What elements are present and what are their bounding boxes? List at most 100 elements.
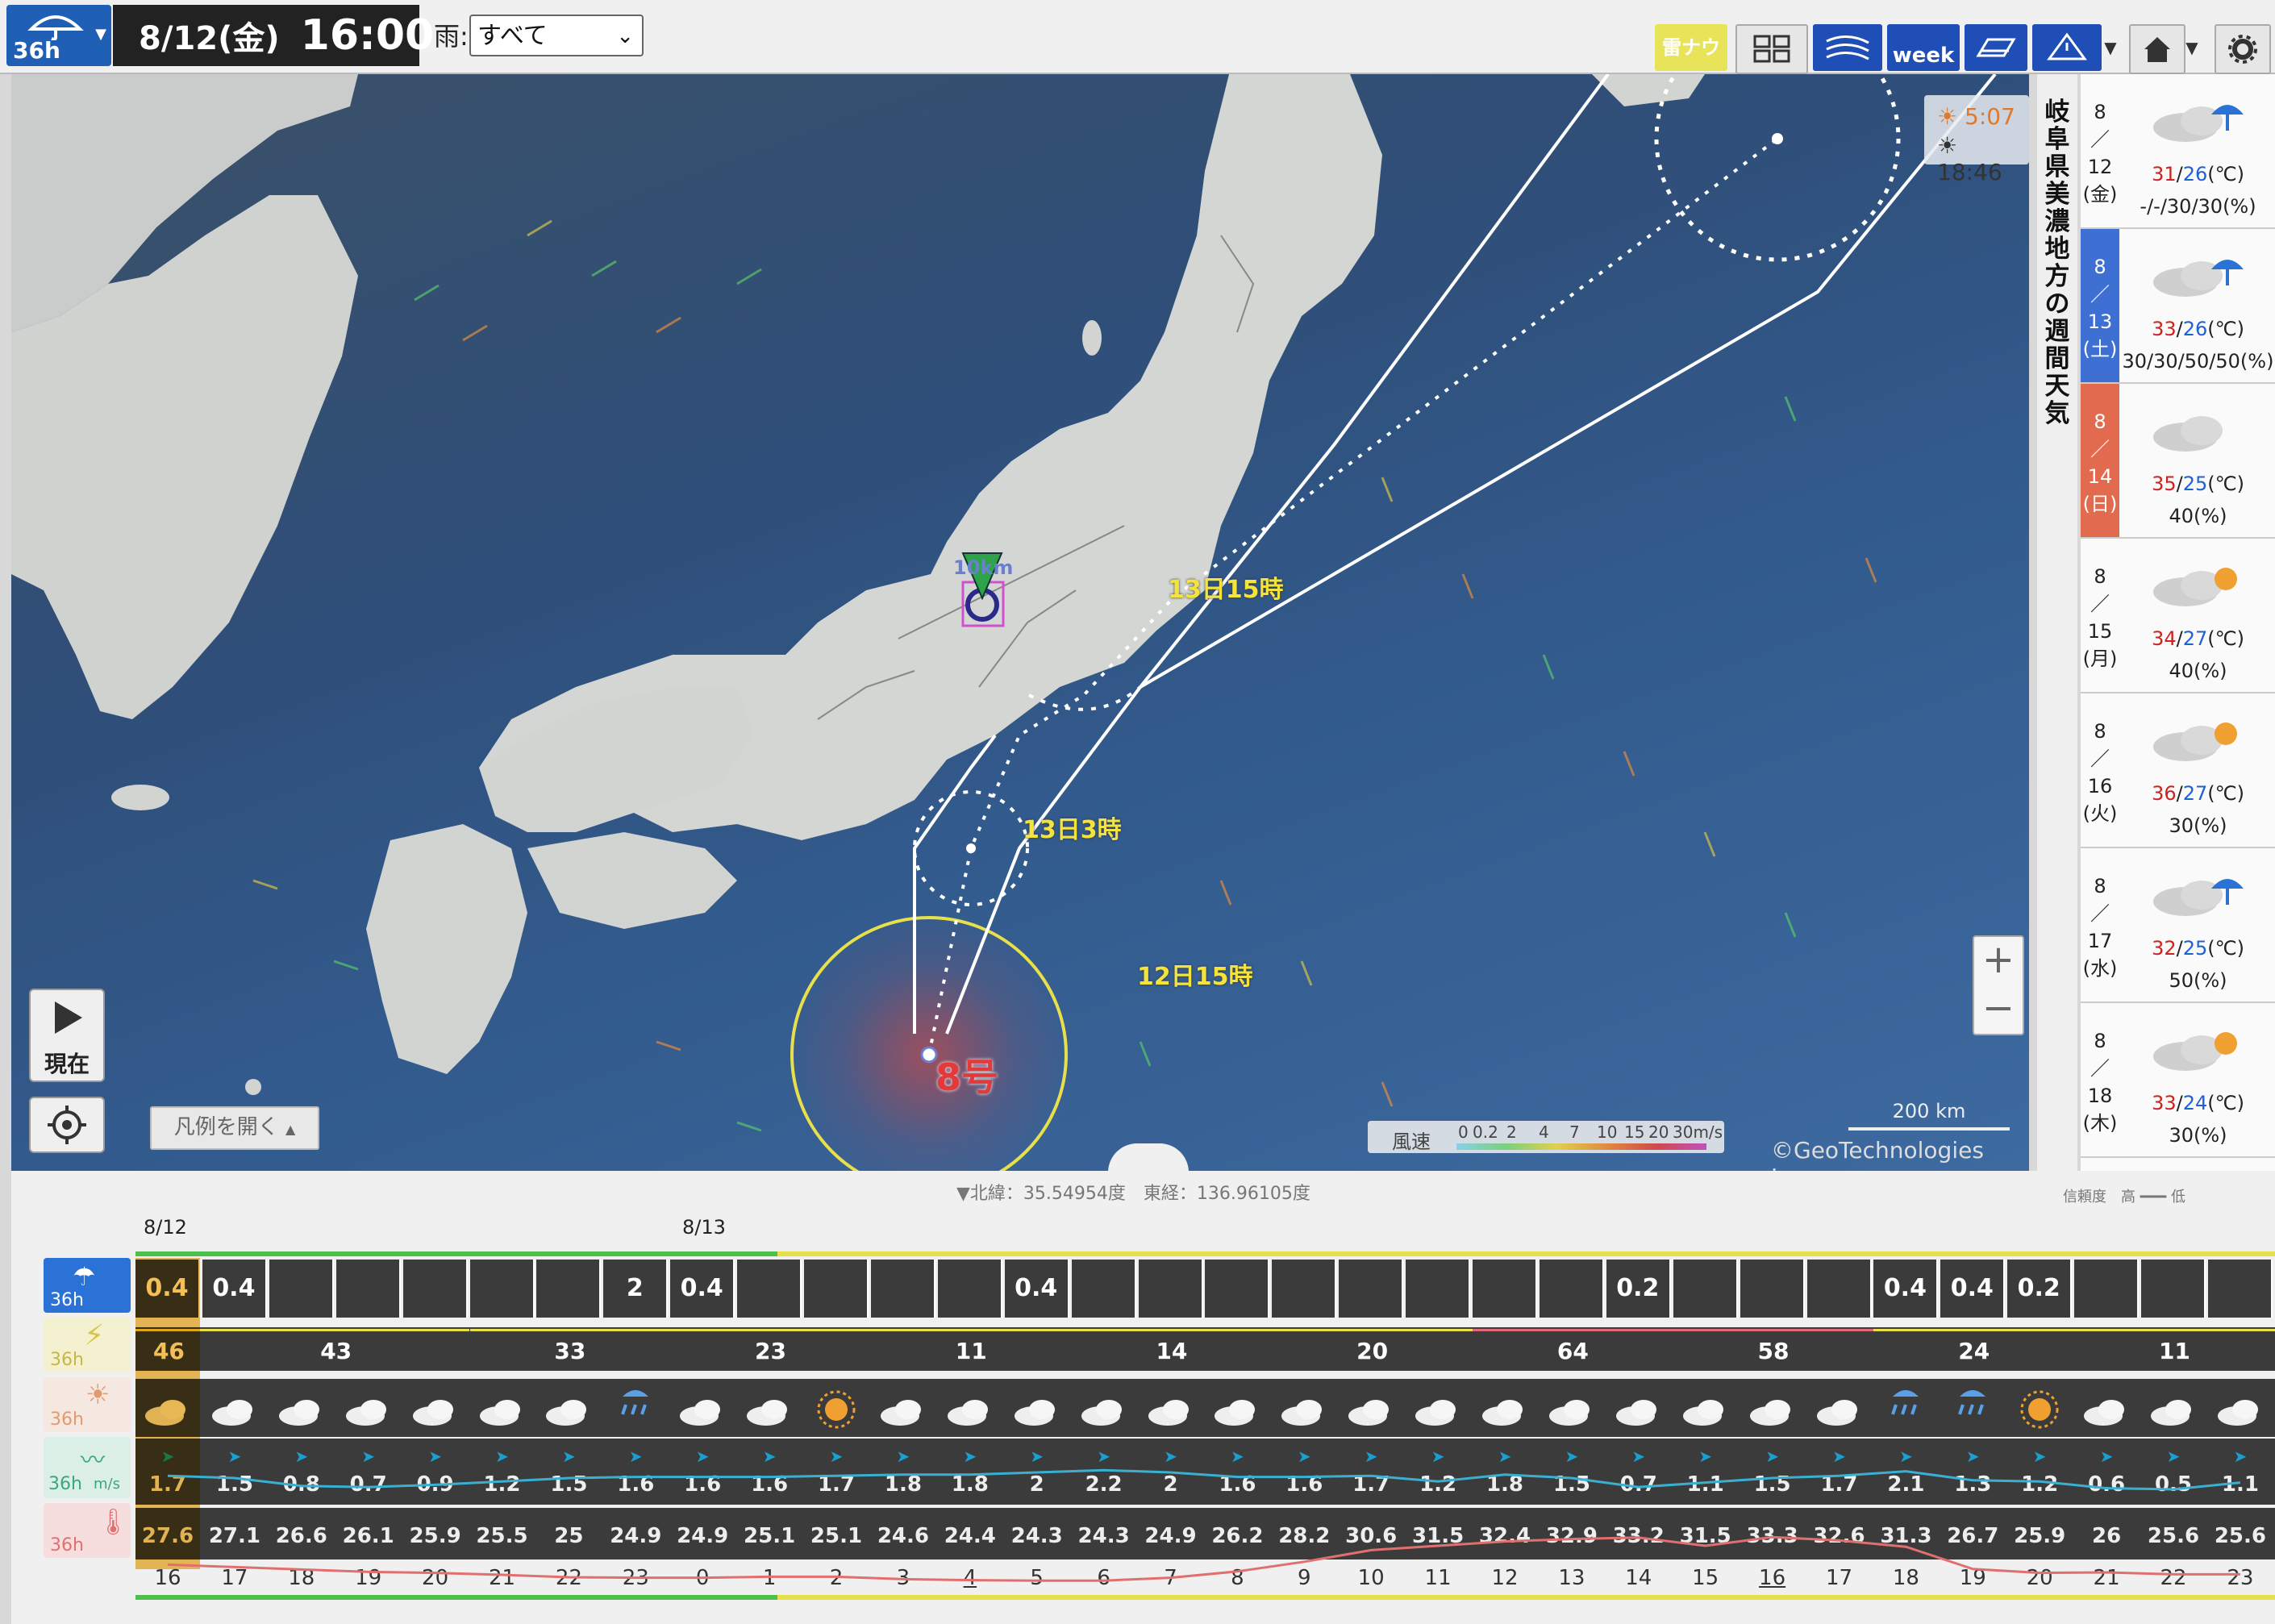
- hour-column[interactable]: ➤ 1.6 26.2 8: [1205, 1253, 1270, 1601]
- weather-cell: [2141, 1380, 2206, 1439]
- weekly-date: 8 ／ 13 (土): [2081, 229, 2119, 382]
- windsock-icon: 〰: [81, 1447, 105, 1475]
- hour-column[interactable]: 0.4 ➤ 1.6 24.9 0: [670, 1253, 735, 1601]
- weather-cell: [871, 1380, 935, 1439]
- rain-cell: [1806, 1260, 1872, 1318]
- hour-column[interactable]: 0.2 ➤ 1.2 25.9 20: [2007, 1253, 2073, 1601]
- hour-column[interactable]: 0.4 ➤ 1.3 26.7 19: [1940, 1253, 2006, 1601]
- weather-cell: [1606, 1380, 1671, 1439]
- warning-map-button[interactable]: [1965, 24, 2027, 71]
- wind-tick: 2: [1506, 1122, 1517, 1142]
- hour-column[interactable]: ➤ 1.6 25.1 1: [737, 1253, 802, 1601]
- hour-column[interactable]: 0.2 ➤ 0.7 33.2 14: [1606, 1253, 1671, 1601]
- row-icon-temperature[interactable]: 🌡 36h: [44, 1503, 131, 1558]
- hour-column[interactable]: ➤ 2.2 24.3 6: [1071, 1253, 1136, 1601]
- cloud-icon: [278, 1400, 319, 1426]
- weather-cell: [1940, 1380, 2005, 1439]
- hour-column[interactable]: ➤ 1.8 32.4 12: [1473, 1253, 1537, 1601]
- cloud-icon: [1548, 1400, 1590, 1426]
- hour-column[interactable]: ➤ 1.7 30.6 10: [1339, 1253, 1404, 1601]
- cloud-icon: [2151, 1400, 2191, 1426]
- wind-layer-button[interactable]: [1813, 24, 1882, 71]
- wind-direction-icon: ➤: [562, 1447, 576, 1466]
- rain-cell: 0.4: [1873, 1260, 1939, 1318]
- weekly-weekday-text: 金: [2090, 183, 2110, 206]
- hour-column[interactable]: ➤ 1.8 24.6 3: [870, 1253, 935, 1601]
- hour-column[interactable]: 0.4 ➤ 2.1 31.3 18: [1873, 1253, 1939, 1601]
- hour-column[interactable]: ➤ 0.5 25.6 22: [2141, 1253, 2206, 1601]
- weekly-slash: ／: [2090, 283, 2110, 306]
- weekly-day[interactable]: 8 ／ 12 (金) 31/26(℃) -/-/30/30(%): [2081, 74, 2275, 229]
- wind-speed-cell: 1.7: [817, 1472, 856, 1497]
- weekly-day[interactable]: 8 ／ 17 (水) 32/25(℃) 50(%): [2081, 848, 2275, 1003]
- temperature-cell: 25.6: [2214, 1524, 2266, 1548]
- layout-grid-button[interactable]: [1735, 24, 1808, 74]
- hour-label: 5: [1030, 1566, 1044, 1590]
- hour-column[interactable]: 2 ➤ 1.6 24.9 23: [603, 1253, 669, 1601]
- hour-column[interactable]: 0.4 ➤ 2 24.3 5: [1004, 1253, 1069, 1601]
- weekly-day[interactable]: 8 ／ 14 (日) 35/25(℃) 40(%): [2081, 384, 2275, 539]
- hour-column[interactable]: ➤ 1.5 25 22: [536, 1253, 602, 1601]
- weather-cell: [670, 1380, 735, 1439]
- hour-column[interactable]: ➤ 1.5 33.3 16: [1740, 1253, 1805, 1601]
- date-time-display[interactable]: 8/12(金) 16:00: [113, 5, 434, 66]
- hour-column[interactable]: ➤ 0.8 26.6 18: [269, 1253, 334, 1601]
- hour-column[interactable]: ➤ 1.2 25.5 21: [469, 1253, 535, 1601]
- weather-cell: [603, 1380, 668, 1439]
- weekly-info: 36/27(℃) 30(%): [2121, 693, 2275, 847]
- hour-column[interactable]: ➤ 1.5 32.9 13: [1539, 1253, 1604, 1601]
- settings-button[interactable]: [2215, 24, 2271, 74]
- hour-column[interactable]: ➤ 1.7 25.1 2: [804, 1253, 869, 1601]
- alert-dropdown-icon[interactable]: ▼: [2102, 24, 2119, 71]
- sunrise-time: ☀ 5:07: [1937, 103, 2015, 130]
- umbrella-icon: [27, 15, 84, 40]
- row-icon-weather[interactable]: ☀ 36h: [44, 1377, 131, 1432]
- hour-column[interactable]: 0.4 ➤ 1.5 27.1 17: [202, 1253, 267, 1601]
- hour-column[interactable]: ➤ 1.1 25.6 23: [2207, 1253, 2273, 1601]
- wind-speed-cell: 1.7: [1352, 1472, 1390, 1497]
- weekly-weekday: (金): [2082, 183, 2118, 206]
- week-button[interactable]: week: [1887, 24, 1960, 71]
- hour-column[interactable]: ➤ 1.1 31.5 15: [1673, 1253, 1738, 1601]
- weekly-title: 岐阜県美濃地方の週間天気: [2044, 98, 2070, 428]
- row-icon-thunder[interactable]: ⚡ 36h: [44, 1318, 131, 1372]
- wind-direction-icon: ➤: [495, 1447, 509, 1466]
- typhoon-number[interactable]: 8号: [935, 1048, 998, 1101]
- hourly-grid: 0.4 ➤ 1.7 27.6 160.4 ➤ 1.5 27.1 17 ➤ 0.8…: [135, 1253, 2275, 1601]
- wind-speed-cell: 0.7: [1619, 1472, 1657, 1497]
- row-icon-wind[interactable]: 〰 36h m/s: [44, 1437, 131, 1498]
- kaminari-now-button[interactable]: 雷ナウ: [1655, 24, 1727, 71]
- distance-scale: 200 km: [1840, 1100, 2018, 1132]
- play-button[interactable]: 現在: [29, 989, 105, 1082]
- hour-label: 10: [1357, 1566, 1385, 1590]
- wind-direction-icon: ➤: [896, 1447, 910, 1466]
- wind-speed-cell: 1.1: [1686, 1472, 1724, 1497]
- weekly-day[interactable]: 8 ／ 16 (火) 36/27(℃) 30(%): [2081, 693, 2275, 848]
- weekly-day[interactable]: 8 ／ 18 (木) 33/24(℃) 30(%): [2081, 1003, 2275, 1158]
- alert-layer-button[interactable]: [2032, 24, 2102, 71]
- hour-column[interactable]: ➤ 1.7 32.6 17: [1806, 1253, 1872, 1601]
- zoom-out-button[interactable]: −: [1974, 985, 2023, 1034]
- hour-column[interactable]: ➤ 0.9 25.9 20: [402, 1253, 468, 1601]
- home-button[interactable]: [2129, 24, 2185, 74]
- hour-column[interactable]: ➤ 1.6 28.2 9: [1272, 1253, 1337, 1601]
- home-dropdown-icon[interactable]: ▼: [2182, 24, 2202, 71]
- hour-column[interactable]: ➤ 0.6 26 21: [2074, 1253, 2140, 1601]
- weekly-day[interactable]: 8 ／ 15 (月) 34/27(℃) 40(%): [2081, 539, 2275, 693]
- wind-direction-icon: ➤: [628, 1447, 643, 1466]
- weekly-date: 8 ／ 15 (月): [2081, 539, 2119, 692]
- rain-filter-select[interactable]: すべて ⌄: [469, 15, 644, 56]
- hour-column[interactable]: ➤ 1.2 31.5 11: [1406, 1253, 1471, 1601]
- current-location-button[interactable]: [29, 1097, 105, 1153]
- hour-column[interactable]: ➤ 0.7 26.1 19: [335, 1253, 401, 1601]
- row-icon-rain[interactable]: ☂ 36h: [44, 1258, 131, 1313]
- weekly-weekday-text: 水: [2090, 957, 2110, 980]
- temperature-cell: 25.6: [2147, 1524, 2200, 1548]
- mode-36h-button[interactable]: 36h ▼: [6, 5, 111, 66]
- weather-map[interactable]: 13日15時 13日3時 12日15時 8号 10km + − 現在 凡例を開く…: [11, 74, 2029, 1171]
- open-legend-button[interactable]: 凡例を開く ▲: [150, 1106, 319, 1150]
- zoom-in-button[interactable]: +: [1974, 937, 2023, 985]
- weekly-day[interactable]: 8 ／ 13 (土) 33/26(℃) 30/30/50/50(%): [2081, 229, 2275, 384]
- hour-column[interactable]: ➤ 2 24.9 7: [1138, 1253, 1203, 1601]
- hour-column[interactable]: ➤ 1.8 24.4 4: [937, 1253, 1002, 1601]
